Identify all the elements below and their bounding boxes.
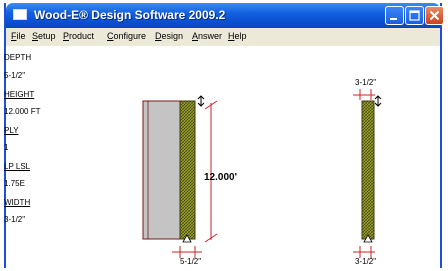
side-top-dimension-text: 3-1/2"	[355, 78, 376, 87]
menu-product[interactable]: Product	[63, 31, 94, 41]
column-side-section	[361, 100, 375, 240]
app-window-icon	[13, 9, 27, 20]
title-bar[interactable]: Wood-E® Design Software 2009.2	[6, 3, 444, 28]
front-width-dimension-text: 5-1/2"	[180, 257, 201, 266]
maximize-icon	[409, 10, 420, 21]
top-load-arrow-icon	[197, 95, 205, 107]
menu-help[interactable]: Help	[228, 31, 247, 41]
minimize-button[interactable]	[385, 6, 404, 25]
column-drawing: 12.000' 5-1/2" 3-1/2" 3-1/2"	[142, 78, 382, 266]
side-bottom-dimension-text: 3-1/2"	[355, 257, 376, 266]
menu-setup[interactable]: Setup	[32, 31, 56, 41]
menu-answer[interactable]: Answer	[192, 31, 222, 41]
menu-design[interactable]: Design	[155, 31, 183, 41]
menu-file[interactable]: File	[11, 31, 26, 41]
side-top-dimension-line	[353, 89, 375, 100]
height-dimension-text: 12.000'	[204, 172, 237, 183]
close-icon	[429, 10, 440, 21]
menu-configure[interactable]: Configure	[107, 31, 146, 41]
side-top-load-arrow-icon	[374, 95, 382, 107]
window-title: Wood-E® Design Software 2009.2	[34, 8, 226, 22]
application-window: Wood-E® Design Software 2009.2 File Setu…	[4, 3, 444, 268]
column-front-section	[179, 100, 196, 240]
maximize-button[interactable]	[405, 6, 424, 25]
menu-bar: File Setup Product Configure Design Answ…	[6, 28, 440, 46]
minimize-icon	[390, 18, 397, 20]
close-button[interactable]	[425, 6, 444, 25]
column-side-face	[142, 100, 181, 240]
design-canvas: DEPTH 5-1/2" HEIGHT 12.000 FT PLY 1 LP L…	[4, 46, 440, 268]
